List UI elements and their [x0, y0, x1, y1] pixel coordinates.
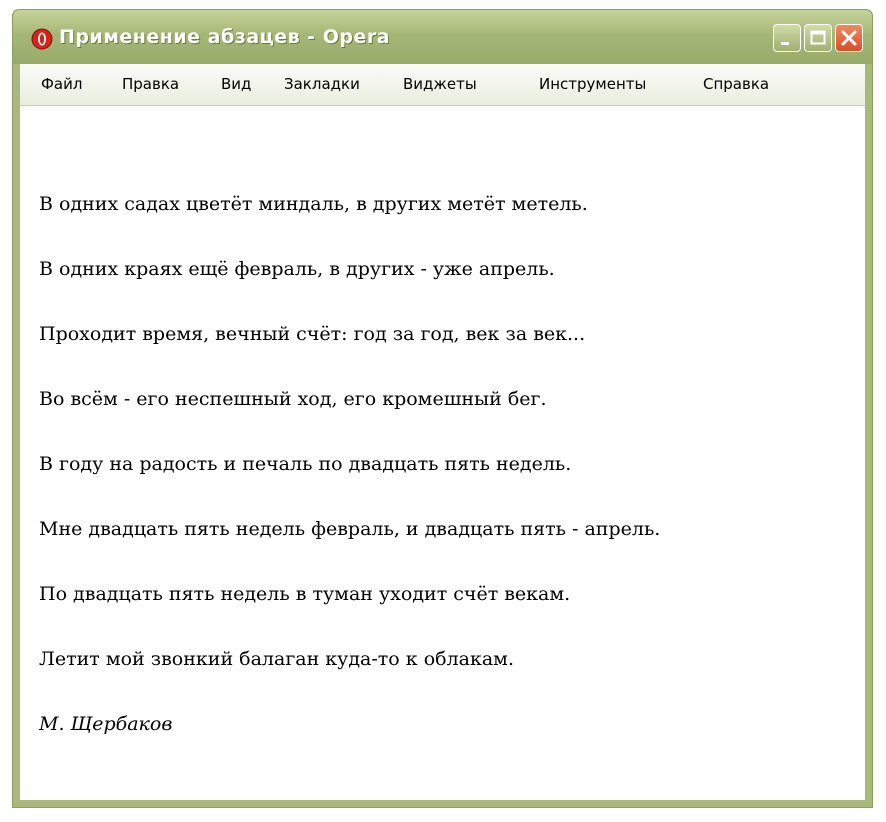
- minimize-icon: [781, 42, 789, 45]
- opera-logo-icon: [31, 28, 53, 50]
- menu-help[interactable]: Справка: [703, 75, 769, 93]
- menu-widgets[interactable]: Виджеты: [403, 75, 477, 93]
- poem-author: М. Щербаков: [39, 713, 173, 735]
- window-title: Применение абзацев - Opera: [59, 26, 391, 48]
- maximize-button[interactable]: [804, 24, 832, 52]
- close-button[interactable]: [835, 24, 863, 52]
- maximize-icon: [810, 30, 826, 45]
- menu-view[interactable]: Вид: [221, 75, 251, 93]
- title-bar[interactable]: Применение абзацев - Opera: [13, 10, 872, 64]
- menu-edit[interactable]: Правка: [122, 75, 179, 93]
- page-content: В одних садах цветёт миндаль, в других м…: [20, 106, 865, 800]
- poem-line: Мне двадцать пять недель февраль, и двад…: [39, 518, 661, 540]
- minimize-button[interactable]: [773, 24, 801, 52]
- menu-bar: Файл Правка Вид Закладки Виджеты Инструм…: [20, 64, 865, 106]
- menu-bookmarks[interactable]: Закладки: [284, 75, 360, 93]
- poem-line: Проходит время, вечный счёт: год за год,…: [39, 323, 586, 345]
- poem-line: По двадцать пять недель в туман уходит с…: [39, 583, 571, 605]
- poem-line: В одних краях ещё февраль, в других - уж…: [39, 258, 555, 280]
- poem-line: Летит мой звонкий балаган куда-то к обла…: [39, 648, 514, 670]
- close-icon: [841, 30, 857, 46]
- menu-tools[interactable]: Инструменты: [539, 75, 646, 93]
- menu-file[interactable]: Файл: [41, 75, 82, 93]
- poem-line: В одних садах цветёт миндаль, в других м…: [39, 193, 588, 215]
- poem-line: В году на радость и печаль по двадцать п…: [39, 453, 572, 475]
- poem-line: Во всём - его неспешный ход, его кромешн…: [39, 388, 547, 410]
- browser-window: Применение абзацев - Opera Файл Правка В…: [12, 9, 873, 808]
